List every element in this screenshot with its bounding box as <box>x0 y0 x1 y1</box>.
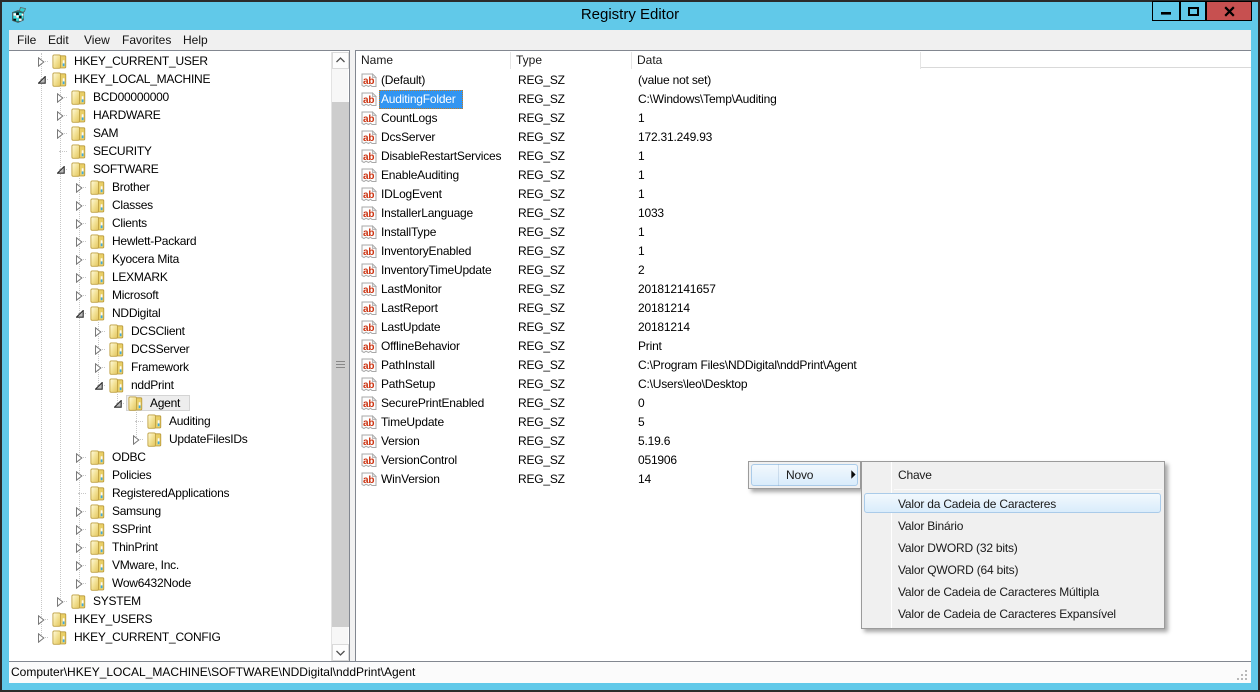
svg-text:ab: ab <box>363 114 374 125</box>
svg-text:ab: ab <box>363 190 374 201</box>
svg-text:ab: ab <box>363 304 374 315</box>
svg-text:ab: ab <box>363 342 374 353</box>
svg-text:ab: ab <box>363 133 374 144</box>
svg-text:ab: ab <box>363 437 374 448</box>
svg-text:ab: ab <box>363 95 374 106</box>
svg-text:ab: ab <box>363 247 374 258</box>
svg-text:ab: ab <box>363 152 374 163</box>
svg-text:ab: ab <box>363 361 374 372</box>
svg-text:ab: ab <box>363 209 374 220</box>
svg-text:ab: ab <box>363 76 374 87</box>
svg-text:ab: ab <box>363 380 374 391</box>
svg-text:ab: ab <box>363 285 374 296</box>
svg-text:ab: ab <box>363 228 374 239</box>
svg-text:ab: ab <box>363 171 374 182</box>
svg-text:ab: ab <box>363 475 374 486</box>
svg-text:ab: ab <box>363 323 374 334</box>
svg-text:ab: ab <box>363 418 374 429</box>
svg-text:ab: ab <box>363 399 374 410</box>
svg-text:ab: ab <box>363 266 374 277</box>
svg-text:ab: ab <box>363 456 374 467</box>
